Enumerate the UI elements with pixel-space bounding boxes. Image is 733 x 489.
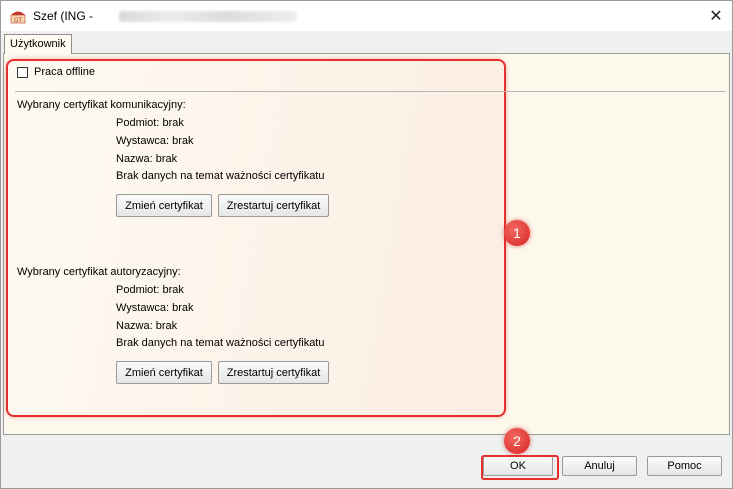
window-title: Szef (ING - [33, 9, 94, 23]
comm-cert-name: Nazwa: brak [116, 153, 178, 165]
annotation-badge-2: 2 [504, 428, 530, 454]
auth-change-cert-button[interactable]: Zmień certyfikat [116, 361, 212, 384]
offline-checkbox[interactable] [17, 66, 28, 78]
app-logo-text: GT [14, 17, 22, 24]
help-button[interactable]: Pomoc [647, 456, 722, 476]
close-button[interactable]: ✕ [700, 1, 732, 31]
app-logo-icon: GT [9, 8, 27, 24]
section-divider [15, 91, 726, 92]
ok-button[interactable]: OK [483, 456, 553, 476]
comm-cert-subject: Podmiot: brak [116, 117, 184, 129]
close-icon: ✕ [709, 8, 723, 25]
title-redacted-region [119, 11, 297, 22]
dialog-window: GT Szef (ING - ✕ Użytkownik Praca offlin… [0, 0, 733, 489]
tab-uzytkownik[interactable]: Użytkownik [4, 34, 72, 54]
auth-cert-validity: Brak danych na temat ważności certyfikat… [116, 337, 325, 349]
comm-cert-heading: Wybrany certyfikat komunikacyjny: [17, 99, 186, 111]
auth-restart-cert-button[interactable]: Zrestartuj certyfikat [218, 361, 329, 384]
title-bar: GT Szef (ING - ✕ [1, 1, 732, 31]
offline-label: Praca offline [34, 66, 95, 78]
comm-change-cert-button[interactable]: Zmień certyfikat [116, 194, 212, 217]
comm-cert-validity: Brak danych na temat ważności certyfikat… [116, 170, 325, 182]
cancel-button[interactable]: Anuluj [562, 456, 637, 476]
auth-cert-issuer: Wystawca: brak [116, 302, 194, 314]
auth-cert-name: Nazwa: brak [116, 320, 178, 332]
annotation-badge-1: 1 [504, 220, 530, 246]
comm-cert-issuer: Wystawca: brak [116, 135, 194, 147]
comm-restart-cert-button[interactable]: Zrestartuj certyfikat [218, 194, 329, 217]
auth-cert-heading: Wybrany certyfikat autoryzacyjny: [17, 266, 181, 278]
auth-cert-subject: Podmiot: brak [116, 284, 184, 296]
offline-checkbox-row[interactable]: Praca offline [17, 66, 95, 78]
